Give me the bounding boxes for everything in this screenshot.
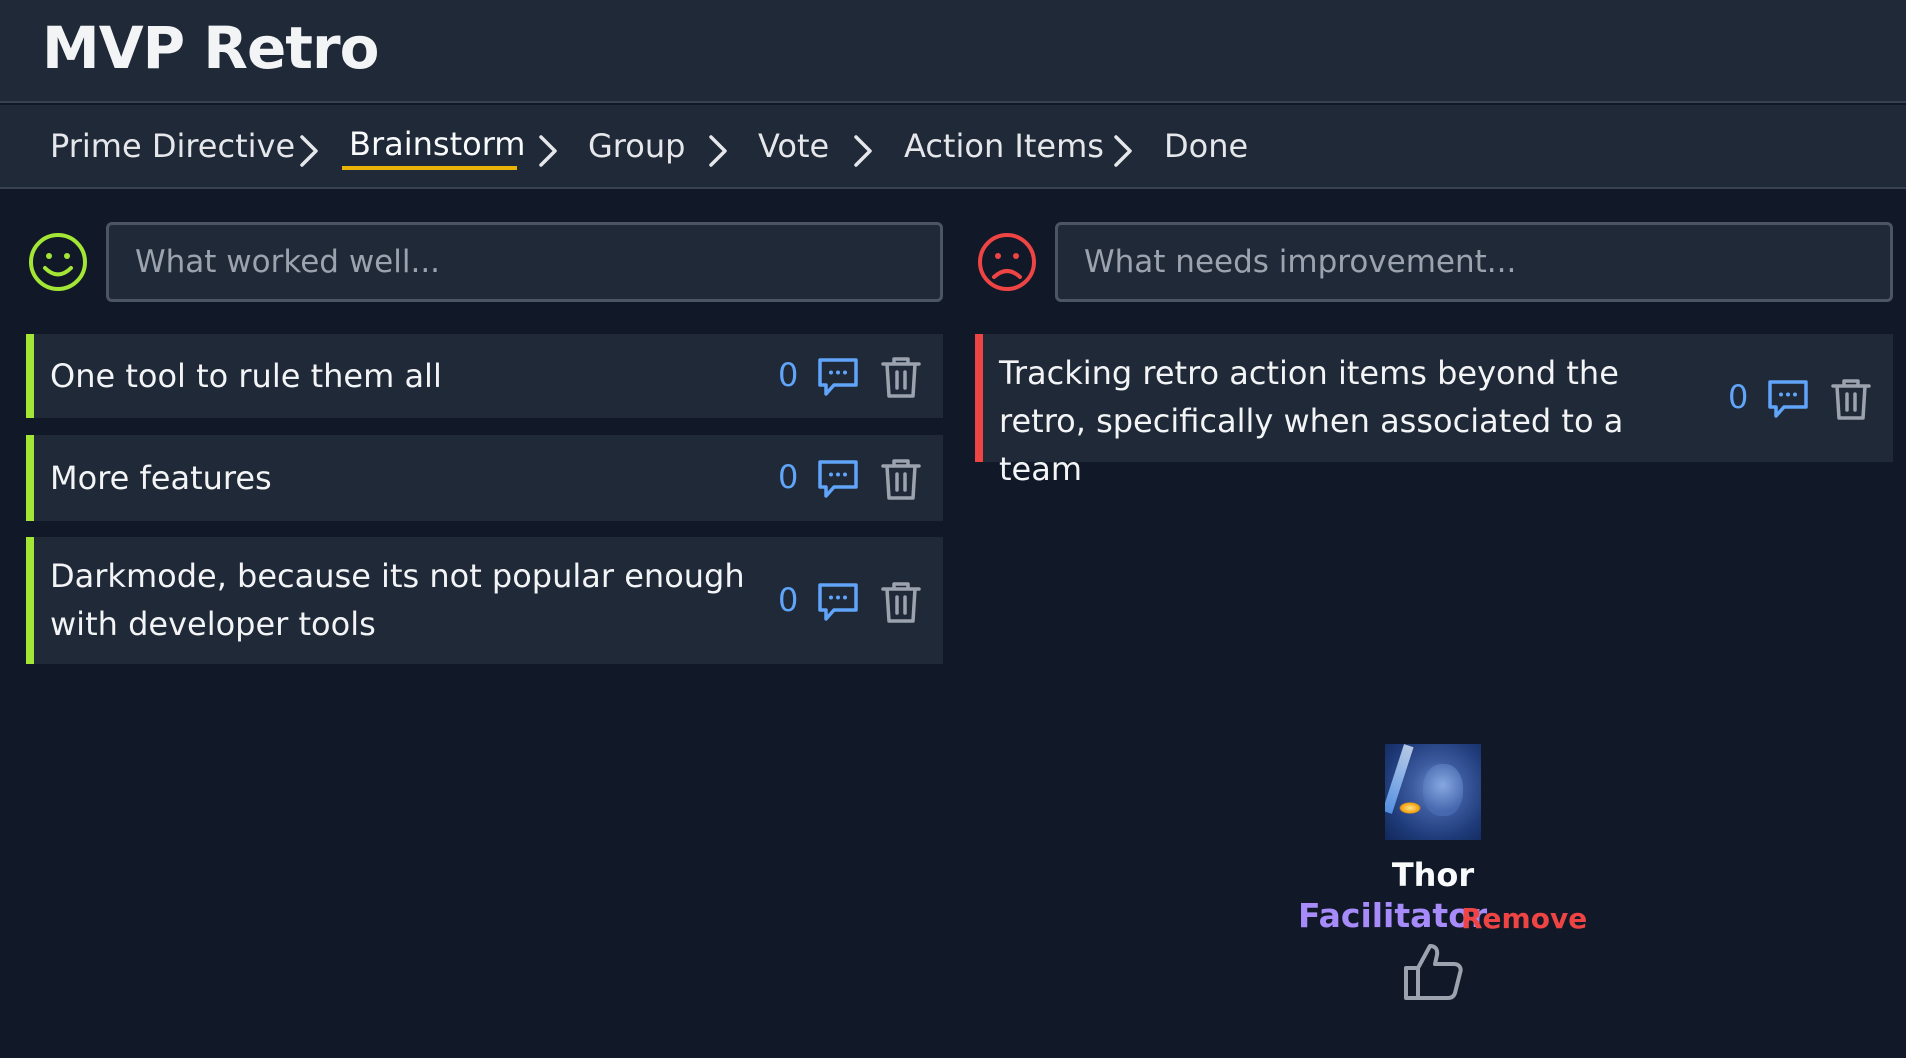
good-item-card: One tool to rule them all 0 [26,334,943,418]
step-done[interactable]: Done [1164,127,1248,165]
comment-icon[interactable] [816,457,860,501]
chevron-right-icon [709,135,727,167]
card-accent-bar [26,334,34,418]
comment-icon[interactable] [1766,377,1810,421]
card-accent-bar [975,334,983,462]
smiley-face-icon [29,233,87,291]
comment-count: 0 [778,581,799,619]
card-accent-bar [26,435,34,521]
improve-item-card: Tracking retro action items beyond the r… [975,334,1893,488]
trash-icon[interactable] [879,456,923,502]
comment-count: 0 [1728,378,1749,416]
comment-count: 0 [778,458,799,496]
improve-item-input[interactable] [1055,222,1893,302]
chevron-right-icon [1114,135,1132,167]
step-action-items[interactable]: Action Items [904,127,1104,165]
comment-icon[interactable] [816,355,860,399]
sad-face-icon [978,233,1036,291]
trash-icon[interactable] [879,579,923,625]
step-prime-directive[interactable]: Prime Directive [50,127,295,165]
step-group[interactable]: Group [588,127,685,165]
chevron-right-icon [300,135,318,167]
comment-icon[interactable] [816,580,860,624]
app-title: MVP Retro [42,14,379,82]
card-text: One tool to rule them all [50,357,442,395]
comment-count: 0 [778,356,799,394]
active-step-underline [342,166,517,170]
participant-role: Facilitator [1298,896,1488,935]
chevron-right-icon [539,135,557,167]
phase-stepper: Prime Directive Brainstorm Group Vote Ac… [0,105,1906,189]
good-item-card: More features 0 [26,435,943,521]
step-vote[interactable]: Vote [758,127,829,165]
step-brainstorm[interactable]: Brainstorm [349,125,525,163]
app-header: MVP Retro [0,0,1906,103]
remove-participant-link[interactable]: Remove [1461,902,1587,935]
good-item-card: Darkmode, because its not popular enough… [26,537,943,664]
trash-icon[interactable] [879,354,923,400]
card-accent-bar [26,537,34,664]
card-text: Darkmode, because its not popular enough… [50,557,745,643]
trash-icon[interactable] [1829,376,1873,422]
good-item-input[interactable] [106,222,943,302]
avatar [1385,744,1481,840]
card-text: More features [50,459,272,497]
participant-name: Thor [1391,856,1475,894]
card-text: Tracking retro action items beyond the r… [999,354,1624,488]
thumbs-up-icon[interactable] [1402,940,1464,1002]
chevron-right-icon [854,135,872,167]
